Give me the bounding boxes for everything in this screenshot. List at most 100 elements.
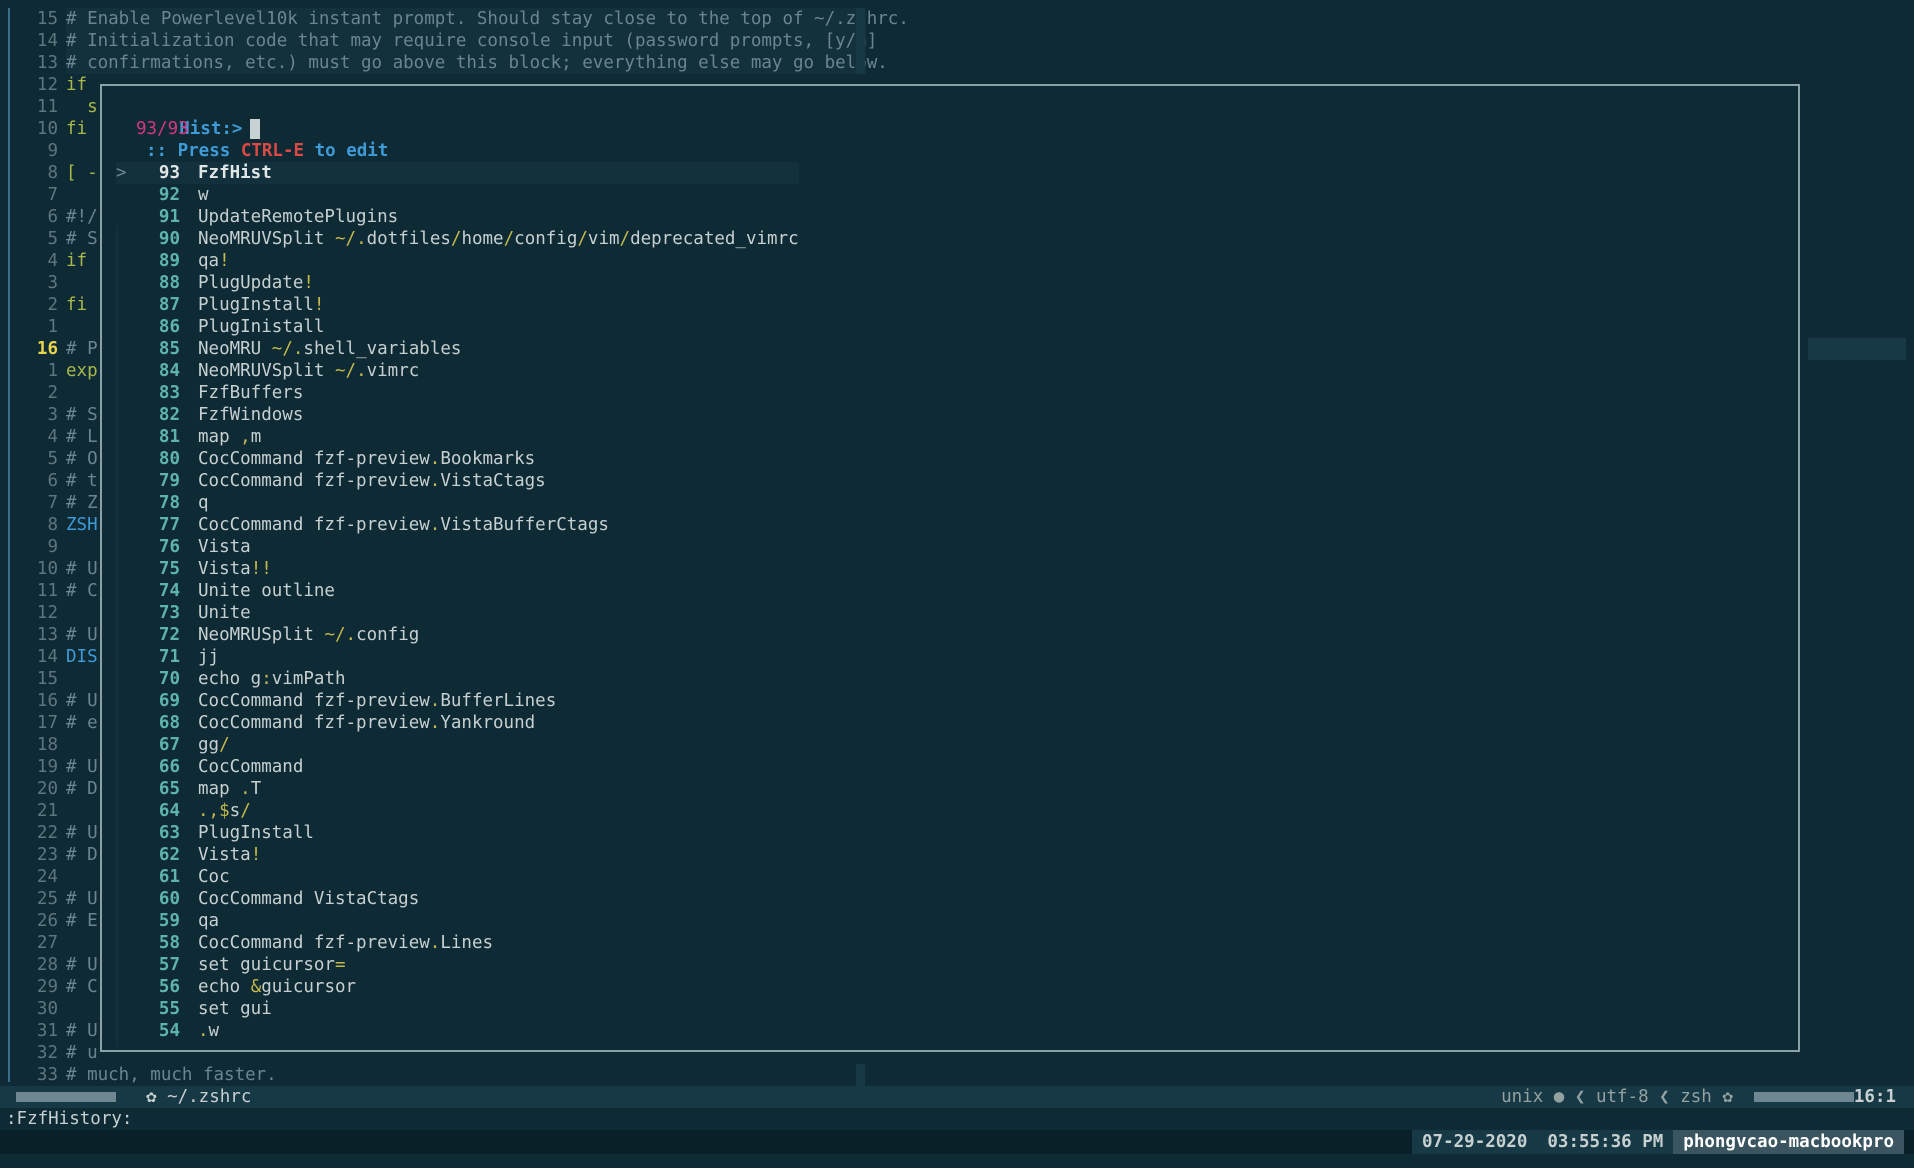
history-command: NeoMRUVSplit ~/.vimrc xyxy=(198,361,420,381)
cursor xyxy=(250,119,261,139)
line-number: 33 xyxy=(36,1065,58,1085)
pointer-space xyxy=(116,426,146,448)
history-item[interactable]: >93 FzfHist xyxy=(116,162,799,184)
statusline-fileinfo: unix ● ❮ utf-8 ❮ zsh ✿ xyxy=(1501,1086,1854,1108)
history-index: 91 xyxy=(158,207,180,227)
line-number: 24 xyxy=(36,867,58,887)
history-index: 56 xyxy=(158,977,180,997)
history-item[interactable]: 78 q xyxy=(116,492,799,514)
history-index: 75 xyxy=(158,559,180,579)
line-number: 11 xyxy=(36,581,58,601)
history-command: FzfHist xyxy=(198,163,272,183)
pointer-space xyxy=(116,668,146,690)
history-index: 66 xyxy=(158,757,180,777)
code-line[interactable]: # much, much faster. xyxy=(66,1064,866,1086)
history-item[interactable]: 92 w xyxy=(116,184,799,206)
history-index: 68 xyxy=(158,713,180,733)
line-number: 15 xyxy=(36,669,58,689)
history-item[interactable]: 69 CocCommand fzf-preview.BufferLines xyxy=(116,690,799,712)
history-item[interactable]: 84 NeoMRUVSplit ~/.vimrc xyxy=(116,360,799,382)
pointer-space xyxy=(116,646,146,668)
tmux-hostname: phongvcao-macbookpro xyxy=(1673,1130,1904,1154)
pointer-space xyxy=(116,338,146,360)
history-item[interactable]: 55 set gui xyxy=(116,998,799,1020)
line-number: 7 xyxy=(47,493,58,513)
code-line[interactable]: # Initialization code that may require c… xyxy=(66,30,877,52)
history-item[interactable]: 88 PlugUpdate! xyxy=(116,272,799,294)
history-item[interactable]: 87 PlugInstall! xyxy=(116,294,799,316)
code-column-marker-bottom xyxy=(856,1064,865,1086)
pointer-space xyxy=(116,734,146,756)
history-item[interactable]: 60 CocCommand VistaCtags xyxy=(116,888,799,910)
pointer-space xyxy=(116,536,146,558)
line-number: 14 xyxy=(36,647,58,667)
history-item[interactable]: 63 PlugInstall xyxy=(116,822,799,844)
history-item[interactable]: 75 Vista!! xyxy=(116,558,799,580)
history-command: NeoMRUSplit ~/.config xyxy=(198,625,420,645)
history-item[interactable]: 80 CocCommand fzf-preview.Bookmarks xyxy=(116,448,799,470)
code-line[interactable]: # confirmations, etc.) must go above thi… xyxy=(66,52,888,74)
history-item[interactable]: 83 FzfBuffers xyxy=(116,382,799,404)
history-item[interactable]: 81 map ,m xyxy=(116,426,799,448)
history-item[interactable]: 70 echo g:vimPath xyxy=(116,668,799,690)
line-number: 11 xyxy=(36,97,58,117)
history-index: 59 xyxy=(158,911,180,931)
history-index: 93 xyxy=(158,163,180,183)
line-number: 22 xyxy=(36,823,58,843)
history-item[interactable]: 86 PlugInistall xyxy=(116,316,799,338)
line-number: 6 xyxy=(47,207,58,227)
pointer-space xyxy=(116,712,146,734)
line-number: 26 xyxy=(36,911,58,931)
history-item[interactable]: 90 NeoMRUVSplit ~/.dotfiles/home/config/v… xyxy=(116,228,799,250)
history-item[interactable]: 73 Unite xyxy=(116,602,799,624)
line-number: 10 xyxy=(36,559,58,579)
history-item[interactable]: 66 CocCommand xyxy=(116,756,799,778)
pointer-space xyxy=(116,558,146,580)
tmux-time: 03:55:36 PM xyxy=(1537,1130,1674,1154)
history-index: 69 xyxy=(158,691,180,711)
history-item[interactable]: 85 NeoMRU ~/.shell_variables xyxy=(116,338,799,360)
history-item[interactable]: 59 qa xyxy=(116,910,799,932)
history-index: 64 xyxy=(158,801,180,821)
history-item[interactable]: 65 map .T xyxy=(116,778,799,800)
history-item[interactable]: 56 echo &guicursor xyxy=(116,976,799,998)
pointer-space xyxy=(116,404,146,426)
history-item[interactable]: 57 set guicursor= xyxy=(116,954,799,976)
fzf-history-popup[interactable]: Hist:> 93/93 :: Press CTRL-E to edit >93… xyxy=(100,84,1800,1052)
pointer-space xyxy=(116,888,146,910)
line-number: 20 xyxy=(36,779,58,799)
history-item[interactable]: 67 gg/ xyxy=(116,734,799,756)
history-item[interactable]: 62 Vista! xyxy=(116,844,799,866)
history-command: Unite xyxy=(198,603,251,623)
history-item[interactable]: 79 CocCommand fzf-preview.VistaCtags xyxy=(116,470,799,492)
line-number: 27 xyxy=(36,933,58,953)
history-item[interactable]: 68 CocCommand fzf-preview.Yankround xyxy=(116,712,799,734)
pointer-space xyxy=(116,690,146,712)
history-index: 84 xyxy=(158,361,180,381)
code-line[interactable]: # Enable Powerlevel10k instant prompt. S… xyxy=(66,8,909,30)
history-command: PlugInstall! xyxy=(198,295,325,315)
line-number: 21 xyxy=(36,801,58,821)
history-item[interactable]: 77 CocCommand fzf-preview.VistaBufferCtag… xyxy=(116,514,799,536)
history-list[interactable]: >93 FzfHist 92 w 91 UpdateRemotePlugins 90 NeoM… xyxy=(116,162,799,1042)
history-item[interactable]: 58 CocCommand fzf-preview.Lines xyxy=(116,932,799,954)
statusline: ✿ ~/.zshrc unix ● ❮ utf-8 ❮ zsh ✿ 16:1 xyxy=(0,1086,1914,1108)
history-item[interactable]: 61 Coc xyxy=(116,866,799,888)
history-item[interactable]: 71 jj xyxy=(116,646,799,668)
history-item[interactable]: 91 UpdateRemotePlugins xyxy=(116,206,799,228)
edit-hint: :: Press CTRL-E to edit xyxy=(146,141,389,161)
history-item[interactable]: 82 FzfWindows xyxy=(116,404,799,426)
line-number: 3 xyxy=(47,273,58,293)
line-number: 13 xyxy=(36,625,58,645)
line-number: 1 xyxy=(47,317,58,337)
history-item[interactable]: 74 Unite outline xyxy=(116,580,799,602)
history-index: 67 xyxy=(158,735,180,755)
history-item[interactable]: 54 .w xyxy=(116,1020,799,1042)
history-item[interactable]: 89 qa! xyxy=(116,250,799,272)
history-item[interactable]: 72 NeoMRUSplit ~/.config xyxy=(116,624,799,646)
fzf-prompt[interactable]: Hist:> xyxy=(116,96,799,139)
history-command: jj xyxy=(198,647,220,667)
history-item[interactable]: 64 .,$s/ xyxy=(116,800,799,822)
command-line[interactable]: :FzfHistory: xyxy=(6,1108,132,1130)
history-item[interactable]: 76 Vista xyxy=(116,536,799,558)
